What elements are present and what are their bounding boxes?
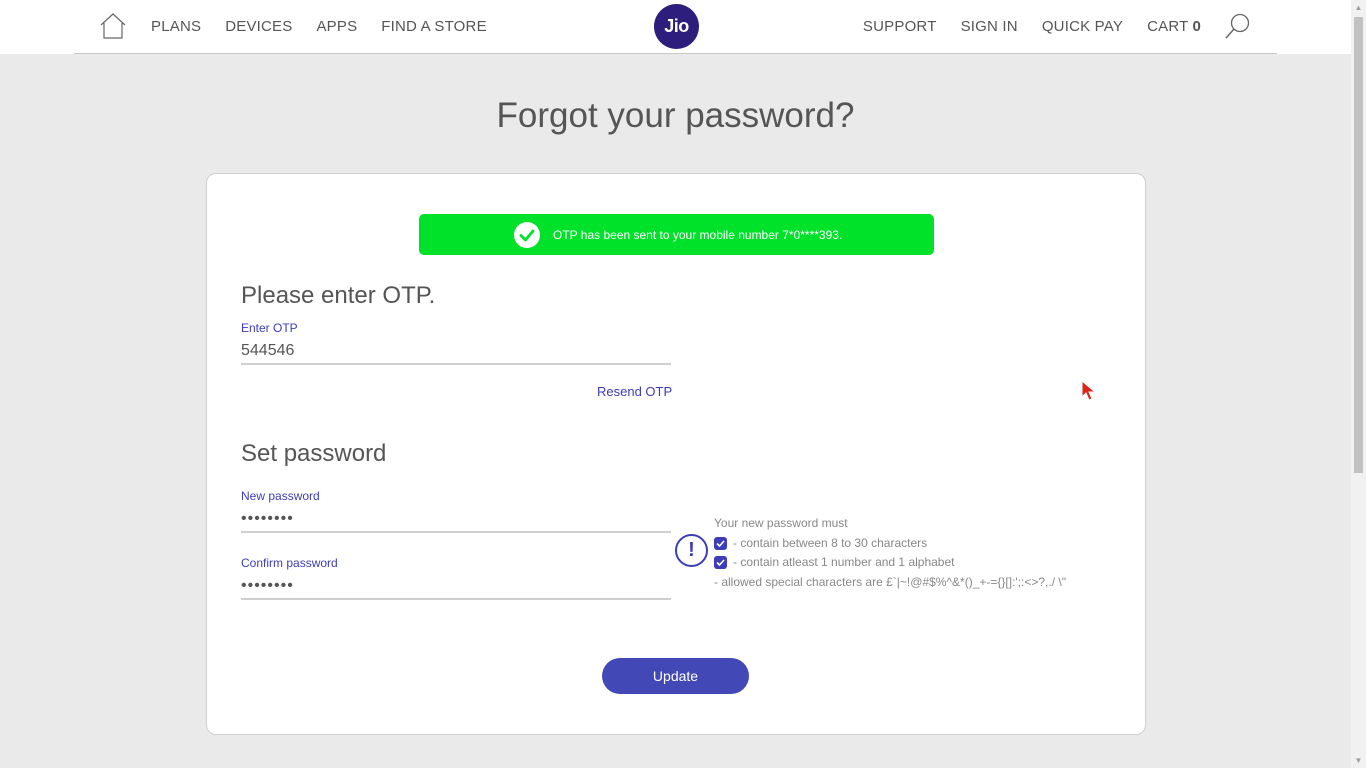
rule-length: - contain between 8 to 30 characters [714,534,1066,554]
primary-nav: PLANS DEVICES APPS FIND A STORE [151,18,487,35]
password-rules: Your new password must - contain between… [714,514,1066,592]
nav-sign-in[interactable]: SIGN IN [961,18,1018,35]
page-title: Forgot your password? [496,96,855,135]
nav-devices[interactable]: DEVICES [225,18,292,35]
page-scrollbar[interactable]: ▲ ▼ [1351,0,1366,768]
jio-logo[interactable]: Jio [654,4,699,49]
rule-length-text: - contain between 8 to 30 characters [733,535,928,550]
cart-label: CART [1147,18,1189,35]
home-icon[interactable] [99,12,127,40]
search-icon[interactable] [1224,12,1252,40]
new-password-label: New password [241,489,320,503]
otp-label: Enter OTP [241,321,298,335]
scroll-thumb[interactable] [1354,17,1363,473]
resend-otp-link[interactable]: Resend OTP [597,384,672,399]
scroll-down-arrow-icon[interactable]: ▼ [1351,753,1366,768]
reset-password-card: OTP has been sent to your mobile number … [206,173,1146,735]
otp-success-banner: OTP has been sent to your mobile number … [419,214,934,255]
new-password-input[interactable] [241,507,671,533]
otp-heading: Please enter OTP. [241,282,436,309]
confirm-password-input[interactable] [241,574,671,600]
rule-alnum-text: - contain atleast 1 number and 1 alphabe… [733,555,955,569]
top-navigation-bar: PLANS DEVICES APPS FIND A STORE Jio SUPP… [0,0,1351,54]
nav-plans[interactable]: PLANS [151,18,201,35]
checkmark-circle-icon [514,221,540,248]
scroll-up-arrow-icon[interactable]: ▲ [1351,0,1366,15]
set-password-heading: Set password [241,440,387,467]
otp-input[interactable] [241,339,671,365]
mouse-pointer-icon [1081,380,1097,401]
update-button[interactable]: Update [602,658,749,694]
exclamation-icon: ! [675,534,708,567]
nav-find-a-store[interactable]: FIND A STORE [381,18,486,35]
confirm-password-label: Confirm password [241,556,338,570]
nav-support[interactable]: SUPPORT [863,18,937,35]
nav-cart[interactable]: CART 0 [1147,18,1201,35]
checkbox-checked-icon [714,536,727,550]
checkbox-checked-icon [714,556,727,570]
nav-quick-pay[interactable]: QUICK PAY [1042,18,1123,35]
secondary-nav: SUPPORT SIGN IN QUICK PAY CART 0 [863,18,1201,35]
otp-success-message: OTP has been sent to your mobile number … [553,227,843,242]
cart-count: 0 [1192,18,1201,35]
rule-special: - allowed special characters are £`|~!@#… [714,574,1066,589]
rule-alnum: - contain atleast 1 number and 1 alphabe… [714,553,1066,573]
rules-title: Your new password must [714,516,848,530]
logo-text: Jio [664,16,689,36]
header-divider [74,53,1277,54]
nav-apps[interactable]: APPS [316,18,357,35]
